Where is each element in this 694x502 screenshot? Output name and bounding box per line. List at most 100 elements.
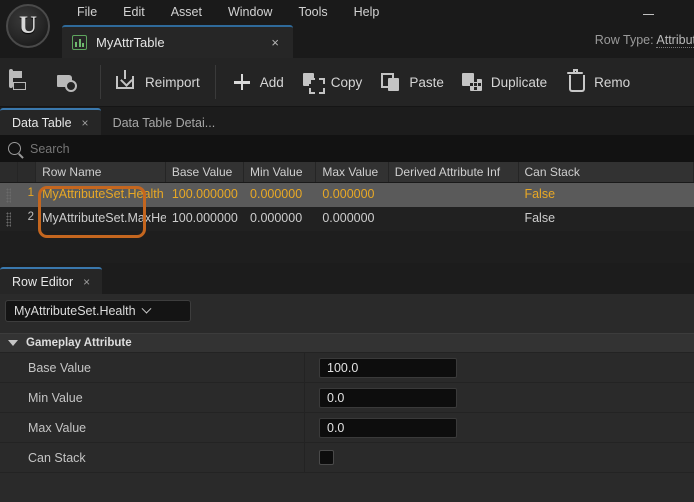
cell-derived-attribute-info[interactable]	[389, 183, 519, 207]
menu-help[interactable]: Help	[341, 0, 393, 24]
base-value-input[interactable]: 100.0	[319, 357, 457, 378]
save-button[interactable]	[0, 62, 47, 102]
cell-derived-attribute-info[interactable]	[389, 207, 519, 231]
cell-can-stack[interactable]: False	[518, 207, 694, 231]
column-header-can-stack[interactable]: Can Stack	[519, 162, 694, 182]
cell-max-value[interactable]: 0.000000	[316, 207, 388, 231]
column-header-min-value[interactable]: Min Value	[244, 162, 317, 182]
cell-min-value[interactable]: 0.000000	[244, 183, 316, 207]
tab-data-table-details-label: Data Table Detai...	[112, 115, 216, 130]
row-type-value[interactable]: Attribut	[656, 33, 694, 48]
cell-row-name[interactable]: MyAttributeSet.MaxHealth	[36, 207, 166, 231]
reimport-icon	[116, 70, 134, 89]
remove-label: Remo	[594, 74, 631, 90]
paste-label: Paste	[409, 74, 444, 90]
close-icon[interactable]: ×	[267, 35, 283, 50]
browse-button[interactable]	[47, 62, 94, 102]
menu-window[interactable]: Window	[215, 0, 285, 24]
unreal-editor-window: U File Edit Asset Window Tools Help MyAt…	[0, 0, 694, 502]
cell-can-stack[interactable]: False	[518, 183, 694, 207]
row-index: 2	[27, 211, 35, 223]
remove-button[interactable]: Remo	[556, 62, 639, 102]
cell-min-value[interactable]: 0.000000	[244, 207, 316, 231]
tab-data-table[interactable]: Data Table ×	[0, 108, 101, 135]
menu-tools[interactable]: Tools	[285, 0, 340, 24]
cell-base-value[interactable]: 100.000000	[166, 207, 244, 231]
unreal-logo-glyph: U	[18, 11, 38, 39]
row-editor-panel: MyAttributeSet.Health Gameplay Attribute…	[0, 294, 694, 502]
table-row[interactable]: 2 MyAttributeSet.MaxHealth 100.000000 0.…	[0, 207, 694, 231]
property-label: Min Value	[0, 382, 305, 413]
trash-icon	[565, 69, 587, 93]
table-row[interactable]: 1 MyAttributeSet.Health 100.000000 0.000…	[0, 183, 694, 207]
tab-data-table-label: Data Table	[12, 115, 72, 130]
search-bar[interactable]: Search	[0, 135, 694, 162]
can-stack-checkbox[interactable]	[319, 450, 334, 465]
tab-row-editor-label: Row Editor	[12, 274, 74, 289]
row-type-label: Row Type:	[594, 33, 654, 47]
plus-icon	[231, 71, 253, 93]
menu-asset[interactable]: Asset	[158, 0, 215, 24]
max-value-input[interactable]: 0.0	[319, 417, 457, 438]
header-index-spacer	[17, 162, 37, 182]
duplicate-button[interactable]: Duplicate	[453, 62, 556, 102]
property-row-min-value: Min Value 0.0	[0, 382, 694, 413]
add-button[interactable]: Add	[222, 62, 293, 102]
row-drag-handle[interactable]	[0, 207, 18, 231]
chevron-down-icon[interactable]	[8, 340, 18, 346]
save-icon	[9, 69, 13, 88]
row-selector-value: MyAttributeSet.Health	[14, 304, 136, 318]
paste-icon	[380, 71, 402, 93]
property-row-can-stack: Can Stack	[0, 442, 694, 473]
close-icon[interactable]: ×	[82, 116, 89, 130]
column-header-derived-attribute-info[interactable]: Derived Attribute Inf	[389, 162, 519, 182]
search-input[interactable]: Search	[30, 142, 70, 156]
minimize-button[interactable]	[636, 6, 660, 22]
panel-tab-bar: Data Table × Data Table Detai...	[0, 107, 694, 135]
reimport-button[interactable]: Reimport	[107, 62, 209, 102]
row-type-display: Row Type: Attribut	[594, 33, 694, 48]
column-header-base-value[interactable]: Base Value	[166, 162, 245, 182]
menu-file[interactable]: File	[64, 0, 110, 24]
duplicate-icon	[461, 71, 484, 93]
data-table-icon	[72, 35, 87, 50]
tab-data-table-details[interactable]: Data Table Detai...	[101, 108, 228, 135]
menu-edit[interactable]: Edit	[110, 0, 158, 24]
reimport-label: Reimport	[145, 74, 200, 90]
close-icon[interactable]: ×	[83, 275, 90, 289]
browse-folder-icon	[56, 71, 78, 93]
row-selector-dropdown[interactable]: MyAttributeSet.Health	[5, 300, 191, 322]
category-header-gameplay-attribute[interactable]: Gameplay Attribute	[0, 333, 694, 353]
chevron-down-icon	[141, 303, 152, 314]
asset-toolbar: Reimport Add Copy Paste Duplicate Remo	[0, 58, 694, 107]
cell-row-name[interactable]: MyAttributeSet.Health	[36, 183, 166, 207]
data-table: Row Name Base Value Min Value Max Value …	[0, 162, 694, 263]
asset-tab-myattrtable[interactable]: MyAttrTable ×	[62, 25, 293, 58]
copy-button[interactable]: Copy	[293, 62, 372, 102]
search-icon	[8, 142, 21, 155]
paste-button[interactable]: Paste	[371, 62, 453, 102]
property-row-max-value: Max Value 0.0	[0, 412, 694, 443]
column-header-max-value[interactable]: Max Value	[316, 162, 389, 182]
add-label: Add	[259, 74, 284, 90]
property-row-base-value: Base Value 100.0	[0, 352, 694, 383]
duplicate-label: Duplicate	[490, 74, 548, 90]
cell-max-value[interactable]: 0.000000	[316, 183, 388, 207]
property-label: Base Value	[0, 352, 305, 383]
table-header-row: Row Name Base Value Min Value Max Value …	[0, 162, 694, 183]
asset-tab-label: MyAttrTable	[96, 35, 165, 50]
column-header-row-name[interactable]: Row Name	[36, 162, 166, 182]
copy-icon	[302, 71, 325, 94]
min-value-input[interactable]: 0.0	[319, 387, 457, 408]
row-editor-tab-bar: Row Editor ×	[0, 266, 694, 294]
header-grip-spacer	[0, 162, 18, 182]
tab-row-editor[interactable]: Row Editor ×	[0, 267, 103, 294]
unreal-logo-icon[interactable]: U	[6, 4, 50, 48]
property-label: Max Value	[0, 412, 305, 443]
row-drag-handle[interactable]	[0, 183, 18, 207]
title-bar: U File Edit Asset Window Tools Help MyAt…	[0, 0, 694, 58]
row-index: 1	[27, 187, 35, 199]
toolbar-divider-1	[100, 65, 101, 99]
cell-base-value[interactable]: 100.000000	[166, 183, 244, 207]
toolbar-divider-2	[214, 65, 216, 99]
